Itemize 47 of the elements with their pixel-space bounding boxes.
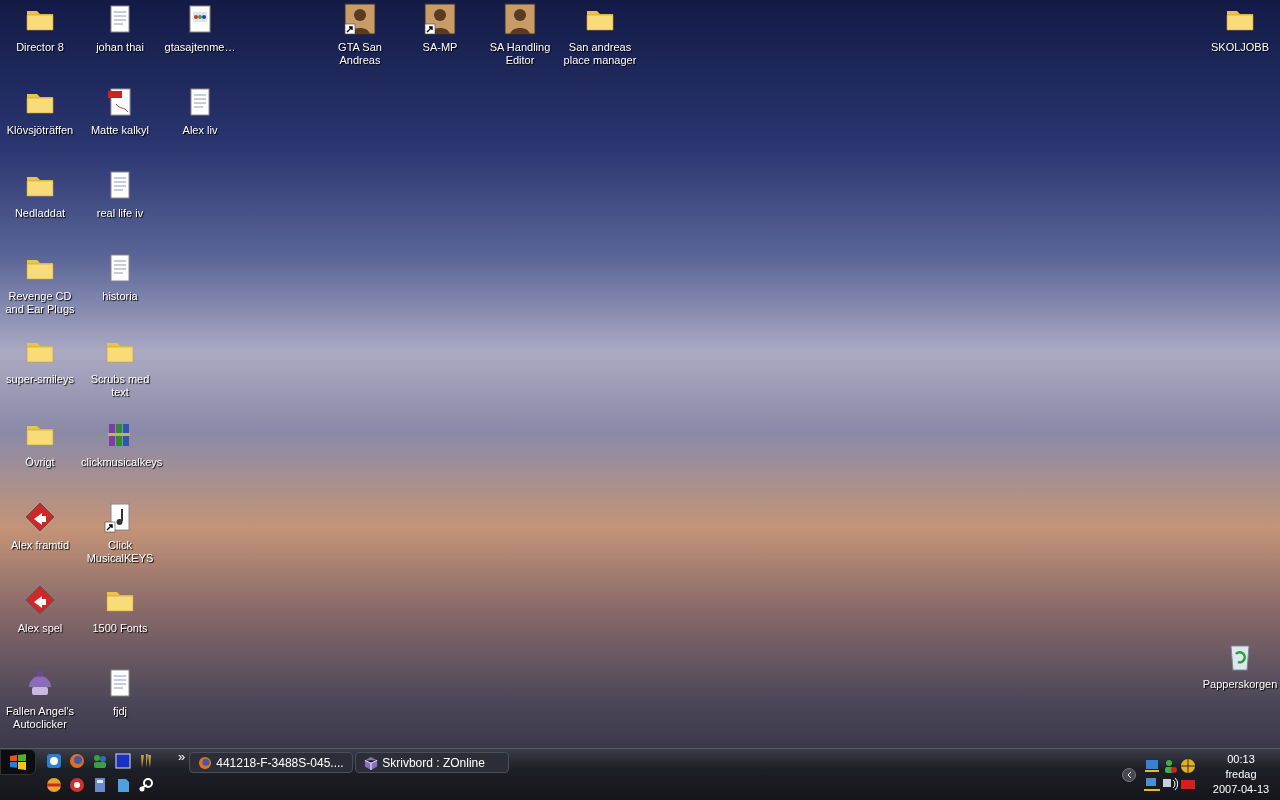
desktop-icon-label[interactable]: Matte kalkyl (81, 124, 159, 137)
start-button[interactable] (0, 749, 36, 775)
taskbar-button[interactable]: 441218-F-3488S-045.... (189, 752, 354, 773)
clock-day[interactable]: fredag (1225, 767, 1257, 782)
desktop-icon-label[interactable]: Papperskorgen (1201, 678, 1279, 691)
desktop-icon-label[interactable]: Revenge CD and Ear Plugs (1, 290, 79, 316)
desktop-icon-label[interactable]: real life iv (81, 207, 159, 220)
clock-date[interactable]: 2007-04-13 (1212, 782, 1270, 797)
network-icon[interactable] (1144, 757, 1160, 774)
page-icon[interactable] (115, 777, 131, 793)
clock-time[interactable]: 00:13 (1227, 752, 1255, 767)
desktop-icon-label[interactable]: historia (81, 290, 159, 303)
desktop-icon-label[interactable]: Nedladdat (1, 207, 79, 220)
diamond-arrow-icon[interactable] (24, 501, 56, 533)
striped-disc-icon[interactable] (46, 777, 62, 793)
diamond-arrow-icon[interactable] (24, 584, 56, 616)
more-chevron[interactable]: » (178, 750, 186, 764)
desktop-icon-label[interactable]: Alex liv (161, 124, 239, 137)
desktop-icon-label[interactable]: Alex spel (1, 622, 79, 635)
desktop-icon-label[interactable]: San andreas place manager (561, 41, 639, 67)
character-portrait-icon[interactable] (504, 3, 536, 35)
square-logo-icon[interactable] (115, 753, 131, 769)
desktop-icon-label[interactable]: Klövsjöträffen (1, 124, 79, 137)
taskbar-button[interactable]: Skrivbord : ZOnline (355, 752, 510, 773)
globe-icon[interactable] (1180, 757, 1196, 774)
desktop-icon-label[interactable]: fjdj (81, 705, 159, 718)
computer-network-icon[interactable] (1144, 775, 1160, 792)
desktop-icon-label[interactable]: SKOLJOBB (1201, 41, 1279, 54)
chevron-left-icon (1126, 770, 1132, 779)
cube-icon (364, 755, 379, 770)
desktop-icon-label[interactable]: GTA San Andreas (321, 41, 399, 67)
calculator-icon[interactable] (92, 777, 108, 793)
desktop-icon-label[interactable]: 1500 Fonts (81, 622, 159, 635)
people-icon[interactable] (92, 753, 108, 769)
desktop-icon-label[interactable]: SA-MP (401, 41, 479, 54)
desktop-icon-label[interactable]: gtasajtenme… (161, 41, 239, 54)
character-portrait-icon[interactable] (424, 3, 456, 35)
windows-flag-icon (9, 754, 27, 770)
ring-disc-icon[interactable] (69, 777, 85, 793)
character-portrait-icon[interactable] (344, 3, 376, 35)
wireless-icon[interactable] (1162, 775, 1178, 792)
show-hidden-icons-button[interactable] (1122, 767, 1136, 782)
desktop-icon-label[interactable]: Director 8 (1, 41, 79, 54)
person-status-icon[interactable] (1162, 757, 1178, 774)
desktop-icon-label[interactable]: Fallen Angel's Autoclicker (1, 705, 79, 731)
desktop-icon-label[interactable]: johan thai (81, 41, 159, 54)
desktop-icon-label[interactable]: SA Handling Editor (481, 41, 559, 67)
